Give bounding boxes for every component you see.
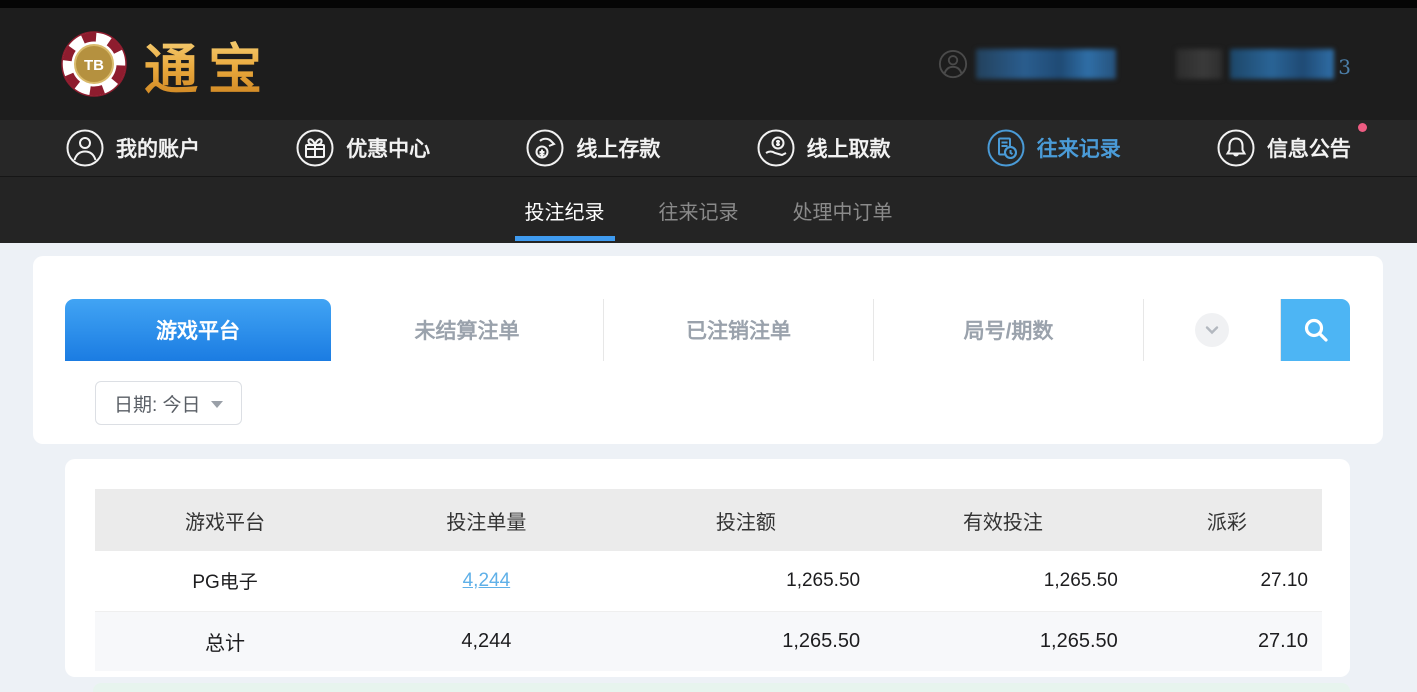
filter-tab-row: 游戏平台 未结算注单 已注销注单 局号/期数 — [65, 299, 1383, 361]
bell-icon — [1217, 129, 1255, 167]
table-card: 游戏平台 投注单量 投注额 有效投注 派彩 PG电子 4,244 1,265.5… — [65, 459, 1350, 677]
subnav-tab-bet-records[interactable]: 投注纪录 — [523, 178, 607, 243]
table-row: PG电子 4,244 1,265.50 1,265.50 27.10 — [95, 551, 1322, 611]
notification-dot — [1358, 123, 1367, 132]
poker-chip-logo-icon: TB — [60, 30, 128, 98]
nav-label: 线上存款 — [576, 133, 660, 163]
table-total-row: 总计 4,244 1,265.50 1,265.50 27.10 — [95, 611, 1322, 671]
filter-tab-game-platform[interactable]: 游戏平台 — [65, 299, 331, 361]
deposit-hand-icon — [526, 129, 564, 167]
account-info[interactable] — [938, 49, 1116, 79]
cell-bet-amount: 1,265.50 — [618, 551, 874, 611]
col-header-payout: 派彩 — [1132, 489, 1322, 551]
sub-nav: 投注纪录 往来记录 处理中订单 — [0, 177, 1417, 243]
col-header-bet-amount: 投注额 — [618, 489, 874, 551]
col-header-valid-bet: 有效投注 — [874, 489, 1132, 551]
nav-label: 我的账户 — [116, 133, 200, 163]
page-content: 游戏平台 未结算注单 已注销注单 局号/期数 日期: 今日 — [0, 243, 1417, 692]
cell-payout: 27.10 — [1132, 551, 1322, 611]
bet-count-link[interactable]: 4,244 — [463, 570, 511, 591]
date-filter-row: 日期: 今日 — [65, 381, 1383, 425]
withdraw-hand-icon — [757, 129, 795, 167]
notice-bar — [93, 683, 1350, 692]
nav-item-my-account[interactable]: 我的账户 — [66, 129, 200, 167]
balance-info[interactable]: 3 — [1176, 49, 1351, 79]
filter-card: 游戏平台 未结算注单 已注销注单 局号/期数 日期: 今日 — [33, 256, 1383, 444]
nav-item-promotions[interactable]: 优惠中心 — [296, 129, 430, 167]
balance-suffix: 3 — [1338, 55, 1351, 79]
redacted-balance — [1230, 49, 1334, 79]
total-bet-amount: 1,265.50 — [618, 611, 874, 671]
filter-expander[interactable] — [1144, 299, 1281, 361]
date-filter-label: 日期: 今日 — [114, 390, 201, 417]
filter-tab-round-number[interactable]: 局号/期数 — [874, 299, 1144, 361]
total-bet-count: 4,244 — [355, 611, 618, 671]
total-payout: 27.10 — [1132, 611, 1322, 671]
subnav-tab-transaction-records[interactable]: 往来记录 — [657, 178, 741, 243]
chevron-down-icon — [1195, 313, 1229, 347]
user-circle-icon — [66, 129, 104, 167]
gift-circle-icon — [296, 129, 334, 167]
main-nav: 我的账户 优惠中心 线上存款 线上取款 — [0, 120, 1417, 177]
brand-name: 通宝 — [144, 25, 272, 104]
nav-label: 信息公告 — [1267, 133, 1351, 163]
redacted-label — [1176, 49, 1222, 79]
nav-label: 往来记录 — [1037, 133, 1121, 163]
user-zone: 3 — [938, 49, 1351, 79]
search-button[interactable] — [1281, 299, 1350, 361]
cell-valid-bet: 1,265.50 — [874, 551, 1132, 611]
nav-item-announcements[interactable]: 信息公告 — [1217, 129, 1351, 167]
header: TB 通宝 3 — [0, 8, 1417, 120]
nav-label: 线上取款 — [807, 133, 891, 163]
nav-item-records[interactable]: 往来记录 — [987, 129, 1121, 167]
user-avatar-icon — [938, 49, 968, 79]
nav-item-withdraw[interactable]: 线上取款 — [757, 129, 891, 167]
total-valid-bet: 1,265.50 — [874, 611, 1132, 671]
cell-platform: PG电子 — [95, 551, 355, 611]
top-black-strip — [0, 0, 1417, 8]
filter-tab-cancelled[interactable]: 已注销注单 — [604, 299, 874, 361]
filter-tab-unsettled[interactable]: 未结算注单 — [331, 299, 604, 361]
nav-label: 优惠中心 — [346, 133, 430, 163]
search-icon — [1302, 316, 1330, 344]
table-header-row: 游戏平台 投注单量 投注额 有效投注 派彩 — [95, 489, 1322, 551]
records-clock-icon — [987, 129, 1025, 167]
nav-item-deposit[interactable]: 线上存款 — [526, 129, 660, 167]
svg-text:TB: TB — [84, 57, 104, 74]
subnav-tab-processing-orders[interactable]: 处理中订单 — [791, 178, 895, 243]
brand-logo[interactable]: TB 通宝 — [60, 25, 272, 104]
col-header-platform: 游戏平台 — [95, 489, 355, 551]
col-header-bet-count: 投注单量 — [355, 489, 618, 551]
caret-down-icon — [211, 401, 223, 408]
date-filter-button[interactable]: 日期: 今日 — [95, 381, 242, 425]
redacted-username — [976, 49, 1116, 79]
total-label: 总计 — [95, 611, 355, 671]
bet-summary-table: 游戏平台 投注单量 投注额 有效投注 派彩 PG电子 4,244 1,265.5… — [95, 489, 1322, 671]
